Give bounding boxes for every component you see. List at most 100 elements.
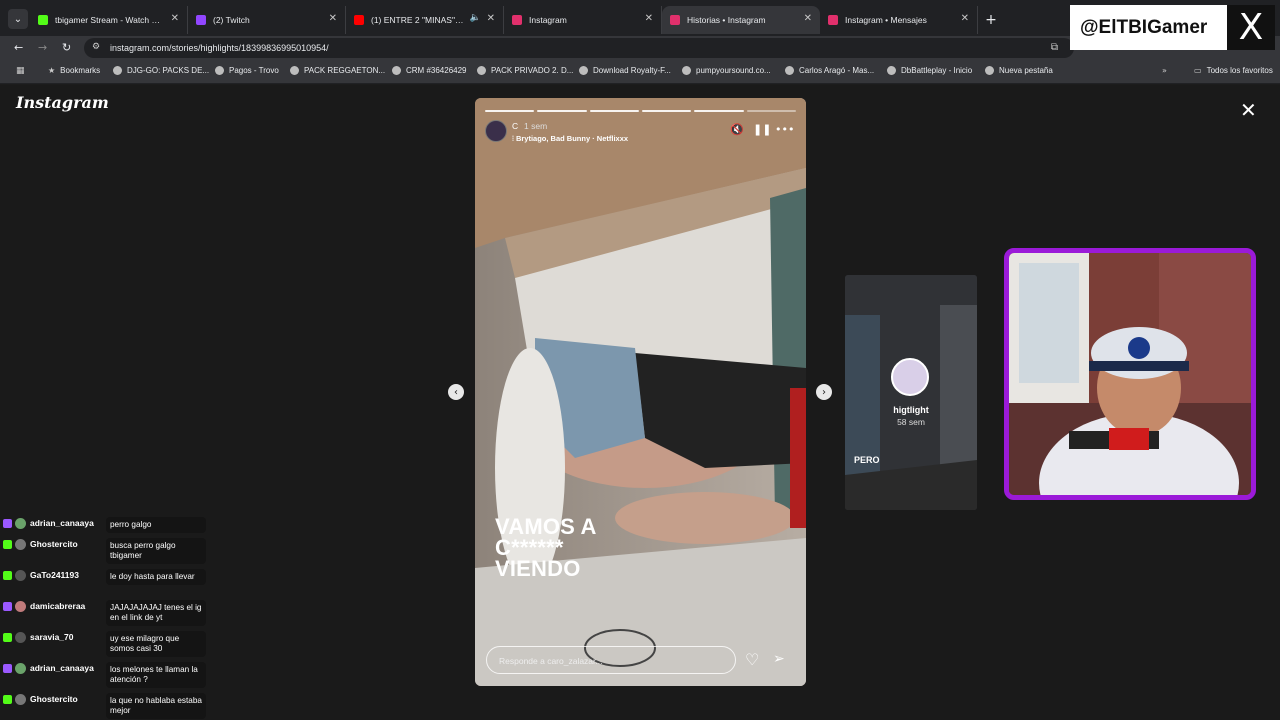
chat-text: la que no hablaba estaba mejor [106, 693, 206, 719]
bookmark-item[interactable]: ★ Bookmarks [48, 66, 100, 75]
bookmark-item[interactable]: PACK PRIVADO 2. D... [477, 66, 573, 75]
close-tab-icon[interactable]: ✕ [487, 13, 495, 24]
bookmark-label: Carlos Aragó - Mas... [799, 66, 875, 75]
heart-icon[interactable]: ♡ [745, 650, 759, 669]
speaker-icon[interactable]: 🔈 [470, 13, 481, 23]
next-highlight-preview[interactable]: higtlight 58 sem PERO [845, 275, 977, 510]
globe-icon [215, 66, 224, 75]
globe-icon [682, 66, 691, 75]
globe-icon [785, 66, 794, 75]
webcam-feed [1004, 248, 1256, 500]
close-tab-icon[interactable]: ✕ [329, 13, 337, 24]
tab-title: (1) ENTRE 2 "MINAS"🔥#2 [371, 14, 466, 25]
badge-icon [3, 571, 12, 580]
chat-username[interactable]: adrian_canaaya [30, 518, 94, 528]
tab-youtube[interactable]: (1) ENTRE 2 "MINAS"🔥#2 🔈 ✕ [346, 6, 504, 34]
bookmark-item[interactable]: PACK REGGAETON... [290, 66, 385, 75]
next-story-button[interactable]: › [816, 384, 832, 400]
tab-title: Instagram [529, 15, 567, 25]
reply-input[interactable]: Responde a caro_zalazar... [486, 646, 736, 674]
tab-kick[interactable]: tbigamer Stream - Watch Live on Kick ✕ [30, 6, 188, 34]
tab-historias[interactable]: Historias • Instagram ✕ [662, 6, 820, 34]
bookmark-label: DbBattleplay - Inicio [901, 66, 973, 75]
close-icon[interactable]: ✕ [1240, 99, 1257, 121]
avatar [15, 663, 26, 674]
instagram-logo[interactable]: Instagram [16, 93, 109, 112]
streamer-handle: @ElTBIGamer [1080, 17, 1208, 38]
bookmark-label: CRM #36426429 [406, 66, 467, 75]
previous-story-button[interactable]: ‹ [448, 384, 464, 400]
bookmark-item[interactable]: Pagos - Trovo [215, 66, 279, 75]
chat-text: le doy hasta para llevar [106, 569, 206, 585]
back-icon[interactable]: ← [14, 41, 23, 54]
bookmark-item[interactable]: DbBattleplay - Inicio [887, 66, 972, 75]
globe-icon [477, 66, 486, 75]
address-bar[interactable]: ⚙ instagram.com/stories/highlights/18399… [84, 38, 1074, 58]
youtube-icon [354, 15, 364, 25]
tab-title: tbigamer Stream - Watch Live on Kick [55, 15, 161, 25]
bookmark-item[interactable]: pumpyoursound.co... [682, 66, 771, 75]
highlight-avatar [891, 358, 929, 396]
folder-icon: ▭ [1194, 66, 1202, 75]
tabs: tbigamer Stream - Watch Live on Kick ✕ (… [30, 6, 1004, 34]
more-bookmarks-icon[interactable]: » [1162, 66, 1167, 75]
bookmark-item[interactable]: Nueva pestaña [985, 66, 1053, 75]
story-card[interactable]: C 1 sem ⫶ Brytiago, Bad Bunny · Netflixx… [475, 98, 806, 686]
story-username[interactable]: C [512, 121, 518, 131]
globe-icon [985, 66, 994, 75]
chat-username[interactable]: Ghostercito [30, 539, 78, 549]
bookmarks-bar: ▦ ★ Bookmarks DJG-GO: PACKS DE... Pagos -… [0, 60, 1280, 84]
bookmark-item[interactable]: Carlos Aragó - Mas... [785, 66, 874, 75]
chat-username[interactable]: adrian_canaaya [30, 663, 94, 673]
chat-username[interactable]: Ghostercito [30, 694, 78, 704]
avatar [15, 518, 26, 529]
avatar [15, 632, 26, 643]
site-info-icon[interactable]: ⚙ [92, 42, 100, 52]
install-app-icon[interactable]: ⧉ [1051, 42, 1058, 53]
bookmark-item[interactable]: CRM #36426429 [392, 66, 466, 75]
bookmark-label: Nueva pestaña [999, 66, 1053, 75]
story-progress-bars [485, 110, 796, 112]
all-bookmarks-folder[interactable]: ▭ Todos los favoritos [1194, 66, 1273, 75]
badge-icon [3, 695, 12, 704]
globe-icon [290, 66, 299, 75]
tab-twitch[interactable]: (2) Twitch ✕ [188, 6, 346, 34]
chat-username[interactable]: damicabreraa [30, 601, 85, 611]
story-text-overlay: VAMOS A C****** VIENDO [495, 514, 597, 580]
story-photo [475, 98, 806, 686]
muted-icon[interactable]: 🔇 [730, 123, 744, 136]
tab-title: Historias • Instagram [687, 15, 766, 25]
send-icon[interactable]: ➢ [773, 651, 785, 667]
tab-instagram[interactable]: Instagram ✕ [504, 6, 662, 34]
globe-icon [579, 66, 588, 75]
more-options-icon[interactable]: ••• [775, 123, 794, 136]
new-tab-button[interactable]: + [978, 6, 1004, 34]
apps-grid-icon[interactable]: ▦ [16, 66, 25, 76]
overlay-line: VAMOS A [495, 514, 597, 539]
reload-icon[interactable]: ↻ [62, 41, 71, 54]
tab-mensajes[interactable]: Instagram • Mensajes ✕ [820, 6, 978, 34]
avatar[interactable] [485, 120, 507, 142]
tab-search-icon[interactable]: ⌄ [8, 9, 28, 29]
highlight-time: 58 sem [897, 417, 925, 427]
close-tab-icon[interactable]: ✕ [804, 13, 812, 24]
close-tab-icon[interactable]: ✕ [645, 13, 653, 24]
overlay-line: C****** [495, 535, 564, 560]
bookmark-item[interactable]: Download Royalty-F... [579, 66, 671, 75]
globe-icon [113, 66, 122, 75]
chat-text: los melones te llaman la atención ? [106, 662, 206, 688]
globe-icon [392, 66, 401, 75]
badge-icon [3, 633, 12, 642]
chat-text: perro galgo [106, 517, 206, 533]
pause-icon[interactable]: ❚❚ [753, 123, 771, 136]
close-tab-icon[interactable]: ✕ [171, 13, 179, 24]
close-tab-icon[interactable]: ✕ [961, 13, 969, 24]
bookmark-item[interactable]: DJG-GO: PACKS DE... [113, 66, 209, 75]
instagram-icon [512, 15, 522, 25]
url-text: instagram.com/stories/highlights/1839983… [110, 43, 329, 53]
story-music[interactable]: ⫶ Brytiago, Bad Bunny · Netflixxx [512, 134, 628, 144]
chat-username[interactable]: saravia_70 [30, 632, 74, 642]
bookmark-label: Todos los favoritos [1206, 66, 1273, 75]
forward-icon[interactable]: → [38, 41, 47, 54]
chat-username[interactable]: GaTo241193 [30, 570, 79, 580]
